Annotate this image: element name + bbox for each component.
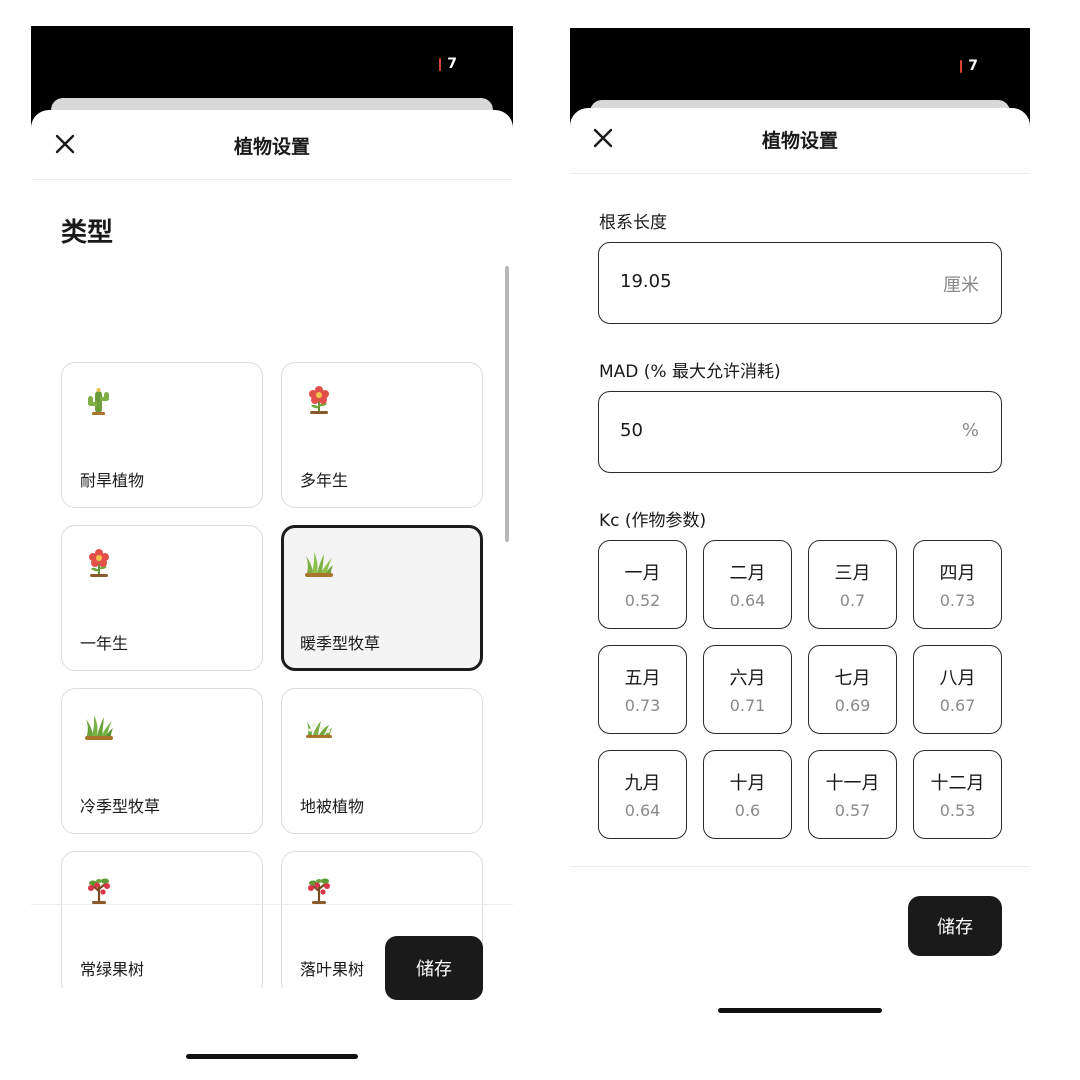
kc-month-name: 十一月 (825, 773, 880, 794)
fruit-tree-icon (88, 878, 110, 904)
kc-month-value: 0.6 (734, 801, 761, 820)
mad-label: MAD (% 最大允许消耗) (599, 362, 781, 382)
plant-type-label: 落叶果树 (300, 960, 365, 979)
plant-type-label: 一年生 (80, 634, 129, 653)
footer-divider (570, 866, 1030, 867)
plant-type-list: 耐旱植物 多年生 一年生 暖季型牧草 冷季型牧草 地被植物 常绿果树 落叶果树 (31, 362, 513, 988)
plant-type-label: 地被植物 (300, 797, 365, 816)
kc-month-value: 0.53 (939, 801, 976, 820)
kc-month-name: 五月 (624, 668, 661, 689)
kc-month-cell[interactable]: 十月 0.6 (703, 750, 792, 839)
kc-month-name: 七月 (834, 668, 871, 689)
settings-sheet: 植物设置 类型 耐旱植物 多年生 一年生 暖季型牧草 冷季型牧草 地被植物 常绿… (31, 110, 513, 1066)
cactus-icon (88, 388, 109, 415)
plant-type-card-warm-season-grass[interactable]: 暖季型牧草 (281, 525, 483, 671)
footer-divider (31, 904, 513, 905)
plant-type-grid: 耐旱植物 多年生 一年生 暖季型牧草 冷季型牧草 地被植物 常绿果树 落叶果树 (61, 362, 483, 988)
kc-month-name: 十月 (729, 773, 766, 794)
kc-month-grid: 一月 0.52 二月 0.64 三月 0.7 四月 0.73 五月 0.73 六月 0.71… (598, 540, 1002, 839)
kc-month-value: 0.73 (939, 591, 976, 610)
sheet-title: 植物设置 (761, 130, 838, 152)
plant-type-card-annual[interactable]: 一年生 (61, 525, 263, 671)
kc-month-name: 九月 (624, 773, 661, 794)
save-button[interactable]: 储存 (908, 896, 1002, 956)
kc-month-cell[interactable]: 四月 0.73 (913, 540, 1002, 629)
kc-month-value: 0.64 (624, 801, 661, 820)
save-button[interactable]: 储存 (385, 936, 483, 1000)
status-tick (439, 57, 442, 71)
plant-parameters-screen: 7 植物设置 根系长度 19.05 厘米 MAD (% 最大允许消耗) 50 %… (570, 28, 1030, 1038)
kc-month-name: 十二月 (930, 773, 985, 794)
plant-type-card-perennial[interactable]: 多年生 (281, 362, 483, 508)
plant-type-label: 暖季型牧草 (300, 634, 381, 653)
root-length-value: 19.05 (620, 271, 672, 292)
kc-month-cell[interactable]: 七月 0.69 (808, 645, 897, 734)
kc-month-value: 0.71 (729, 696, 766, 715)
red-flower-icon (89, 549, 109, 577)
kc-month-name: 六月 (729, 668, 766, 689)
mad-unit: % (961, 420, 979, 441)
kc-month-value: 0.64 (729, 591, 766, 610)
ground-cover-icon (306, 721, 332, 738)
kc-month-cell[interactable]: 三月 0.7 (808, 540, 897, 629)
mad-field[interactable]: 50 % (598, 391, 1002, 473)
kc-month-cell[interactable]: 一月 0.52 (598, 540, 687, 629)
plant-type-label: 耐旱植物 (80, 471, 145, 490)
fruit-tree-icon (308, 878, 330, 904)
kc-month-cell[interactable]: 九月 0.64 (598, 750, 687, 839)
plant-type-label: 冷季型牧草 (80, 797, 161, 816)
kc-label: Kc (作物参数) (599, 511, 707, 531)
kc-month-cell[interactable]: 八月 0.67 (913, 645, 1002, 734)
sheet-header: 植物设置 (31, 110, 513, 180)
kc-month-cell[interactable]: 二月 0.64 (703, 540, 792, 629)
kc-month-value: 0.57 (834, 801, 871, 820)
status-badge-count: 7 (968, 58, 978, 74)
kc-month-cell[interactable]: 十一月 0.57 (808, 750, 897, 839)
root-length-field[interactable]: 19.05 厘米 (598, 242, 1002, 324)
home-indicator[interactable] (718, 1008, 882, 1013)
sheet-header: 植物设置 (570, 108, 1030, 174)
kc-month-cell[interactable]: 六月 0.71 (703, 645, 792, 734)
kc-month-value: 0.69 (834, 696, 871, 715)
status-badge-count: 7 (447, 56, 457, 72)
plant-type-card-cool-season-grass[interactable]: 冷季型牧草 (61, 688, 263, 834)
kc-month-value: 0.73 (624, 696, 661, 715)
kc-month-name: 三月 (834, 563, 871, 584)
home-indicator[interactable] (186, 1054, 358, 1059)
kc-month-name: 一月 (624, 563, 661, 584)
kc-month-value: 0.67 (939, 696, 976, 715)
plant-type-screen: 7 植物设置 类型 耐旱植物 多年生 一年生 暖季型牧草 冷季型牧草 地被植物 … (31, 26, 513, 1066)
kc-month-value: 0.7 (839, 591, 866, 610)
kc-month-cell[interactable]: 十二月 0.53 (913, 750, 1002, 839)
section-heading: 类型 (61, 218, 114, 248)
sheet-title: 植物设置 (233, 136, 310, 158)
mad-value: 50 (620, 420, 643, 441)
red-flower-icon (309, 386, 329, 414)
plant-type-label: 多年生 (300, 471, 349, 490)
kc-month-name: 八月 (939, 668, 976, 689)
status-badge: 7 (439, 56, 457, 72)
root-length-label: 根系长度 (599, 213, 667, 233)
plant-type-card-ground-cover[interactable]: 地被植物 (281, 688, 483, 834)
plant-type-label: 常绿果树 (80, 960, 145, 979)
status-tick (960, 59, 963, 73)
kc-month-value: 0.52 (624, 591, 661, 610)
plant-type-card-drought-tolerant[interactable]: 耐旱植物 (61, 362, 263, 508)
kc-month-name: 四月 (939, 563, 976, 584)
kc-month-cell[interactable]: 五月 0.73 (598, 645, 687, 734)
kc-month-name: 二月 (729, 563, 766, 584)
plant-type-card-evergreen-fruit-tree[interactable]: 常绿果树 (61, 851, 263, 988)
status-badge: 7 (960, 58, 978, 74)
grass-icon (85, 715, 113, 740)
grass-icon (305, 552, 333, 577)
root-length-unit: 厘米 (943, 275, 979, 296)
